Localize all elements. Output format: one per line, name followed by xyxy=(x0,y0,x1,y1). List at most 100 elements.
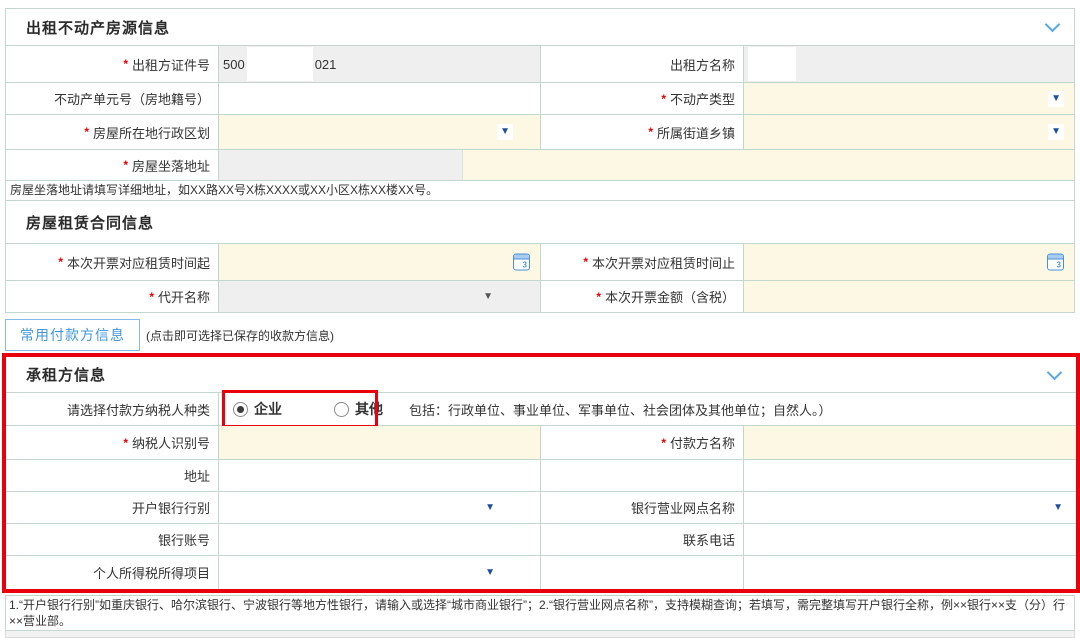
lease-start-label: *本次开票对应租赁时间起 xyxy=(6,244,218,280)
property-type-select[interactable]: ▼ xyxy=(743,83,1074,114)
section-header-contract: 房屋租赁合同信息 xyxy=(6,201,1074,244)
address-label: *房屋坐落地址 xyxy=(6,150,218,180)
radio-enterprise[interactable]: 企业 xyxy=(233,399,282,419)
lessor-name-label: 出租方名称 xyxy=(540,46,743,82)
unit-no-label: 不动产单元号（房地籍号） xyxy=(6,83,218,114)
required-asterisk: * xyxy=(123,436,128,450)
bank-type-select[interactable]: ▼ xyxy=(218,492,540,523)
lessor-cert-prefix: 500 xyxy=(223,57,245,72)
radio-selected-icon[interactable] xyxy=(233,402,248,417)
lessor-cert-suffix: 021 xyxy=(315,57,337,72)
partial-next-row xyxy=(5,631,1075,638)
row-lessor: *出租方证件号 500 021 出租方名称 xyxy=(6,46,1074,83)
district-select[interactable]: ▼ xyxy=(218,115,540,149)
taxpayer-type-label: 请选择付款方纳税人种类 xyxy=(6,393,218,425)
payer-name-input[interactable] xyxy=(743,426,1076,459)
section-header-lessee: 承租方信息 xyxy=(6,357,1076,393)
address2-input[interactable] xyxy=(218,460,540,491)
bank-type-label: 开户银行行别 xyxy=(6,492,218,523)
taxpayer-type-options: 企业 其他 包括：行政单位、事业单位、军事单位、社会团体及其他单位；自然人。） xyxy=(218,393,1076,425)
bank-account-label: 银行账号 xyxy=(6,524,218,555)
required-asterisk: * xyxy=(58,255,63,269)
row-taxpayer-id: *纳税人识别号 *付款方名称 xyxy=(6,426,1076,460)
lease-end-input[interactable]: 3 xyxy=(743,244,1074,280)
taxpayer-type-note: 包括：行政单位、事业单位、军事单位、社会团体及其他单位；自然人。） xyxy=(409,400,832,419)
district-label: *房屋所在地行政区划 xyxy=(6,115,218,149)
property-info-table: 出租不动产房源信息 *出租方证件号 500 021 出租方名称 不动产单元号（房… xyxy=(5,8,1075,313)
phone-input[interactable] xyxy=(743,524,1076,555)
taxpayer-id-label: *纳税人识别号 xyxy=(6,426,218,459)
radio-enterprise-label: 企业 xyxy=(254,399,282,419)
income-item-label: 个人所得税所得项目 xyxy=(6,556,218,589)
dropdown-arrow-icon[interactable]: ▼ xyxy=(1050,500,1066,516)
dropdown-arrow-icon[interactable]: ▼ xyxy=(482,565,498,581)
bank-branch-label: 银行营业网点名称 xyxy=(540,492,743,523)
empty-label-cell xyxy=(540,556,743,589)
row-income-item: 个人所得税所得项目 ▼ xyxy=(6,556,1076,589)
amount-input[interactable] xyxy=(743,281,1074,312)
dropdown-arrow-icon: ▼ xyxy=(480,289,496,305)
row-account-phone: 银行账号 联系电话 xyxy=(6,524,1076,556)
empty-label-cell xyxy=(540,460,743,491)
radio-other[interactable]: 其他 xyxy=(334,399,383,419)
collapse-chevron-icon[interactable] xyxy=(1047,364,1063,380)
redaction-mask xyxy=(748,47,796,81)
address-hint: 房屋坐落地址请填写详细地址，如XX路XX号X栋XXXX或XX小区X栋XX楼XX号… xyxy=(6,181,1074,201)
required-asterisk: * xyxy=(123,158,128,172)
lessee-highlight-box: 承租方信息 请选择付款方纳税人种类 企业 其他 包括：行政单位、事业单位、军事单… xyxy=(2,353,1080,593)
saved-payer-tab[interactable]: 常用付款方信息 xyxy=(5,319,140,351)
section-title-property: 出租不动产房源信息 xyxy=(26,17,170,38)
bank-branch-select[interactable]: ▼ xyxy=(743,492,1076,523)
required-asterisk: * xyxy=(648,125,653,139)
section-title-lessee: 承租方信息 xyxy=(26,364,106,385)
saved-payer-row: 常用付款方信息 (点击即可选择已保存的收款方信息) xyxy=(5,319,1075,351)
lessor-cert-label: *出租方证件号 xyxy=(6,46,218,82)
dropdown-arrow-icon[interactable]: ▼ xyxy=(1048,124,1064,140)
lease-start-input[interactable]: 3 xyxy=(218,244,540,280)
issue-name-label: *代开名称 xyxy=(6,281,218,312)
row-unit-type: 不动产单元号（房地籍号） *不动产类型 ▼ xyxy=(6,83,1074,115)
row-address: *房屋坐落地址 xyxy=(6,150,1074,181)
bank-account-input[interactable] xyxy=(218,524,540,555)
required-asterisk: * xyxy=(596,290,601,304)
empty-field-cell xyxy=(743,556,1076,589)
street-select[interactable]: ▼ xyxy=(743,115,1074,149)
required-asterisk: * xyxy=(661,92,666,106)
dropdown-arrow-icon[interactable]: ▼ xyxy=(482,500,498,516)
required-asterisk: * xyxy=(149,290,154,304)
required-asterisk: * xyxy=(661,436,666,450)
lease-end-label: *本次开票对应租赁时间止 xyxy=(540,244,743,280)
payer-name-label: *付款方名称 xyxy=(540,426,743,459)
address-input[interactable] xyxy=(463,150,1074,180)
issue-name-select: ▼ xyxy=(218,281,540,312)
street-label: *所属街道乡镇 xyxy=(540,115,743,149)
bank-footnote: 1.“开户银行行别”如重庆银行、哈尔滨银行、宁波银行等地方性银行，请输入或选择“… xyxy=(5,595,1075,631)
row-issue-amount: *代开名称 ▼ *本次开票金额（含税） xyxy=(6,281,1074,312)
address-prefix-field xyxy=(218,150,463,180)
dropdown-arrow-icon[interactable]: ▼ xyxy=(497,124,513,140)
collapse-chevron-icon[interactable] xyxy=(1045,17,1061,33)
section-header-property: 出租不动产房源信息 xyxy=(6,9,1074,46)
radio-other-label: 其他 xyxy=(355,399,383,419)
form-page: 出租不动产房源信息 *出租方证件号 500 021 出租方名称 不动产单元号（房… xyxy=(5,8,1075,638)
required-asterisk: * xyxy=(84,125,89,139)
calendar-icon[interactable]: 3 xyxy=(513,254,530,271)
redaction-mask xyxy=(247,47,313,81)
unit-no-input[interactable] xyxy=(218,83,540,114)
property-type-label: *不动产类型 xyxy=(540,83,743,114)
row-bank: 开户银行行别 ▼ 银行营业网点名称 ▼ xyxy=(6,492,1076,524)
row-address2: 地址 xyxy=(6,460,1076,492)
saved-payer-note: (点击即可选择已保存的收款方信息) xyxy=(146,327,334,344)
amount-label: *本次开票金额（含税） xyxy=(540,281,743,312)
empty-field-cell xyxy=(743,460,1076,491)
radio-unselected-icon[interactable] xyxy=(334,402,349,417)
taxpayer-id-input[interactable] xyxy=(218,426,540,459)
required-asterisk: * xyxy=(123,57,128,71)
address2-label: 地址 xyxy=(6,460,218,491)
dropdown-arrow-icon[interactable]: ▼ xyxy=(1048,91,1064,107)
section-title-contract: 房屋租赁合同信息 xyxy=(26,212,154,233)
calendar-icon[interactable]: 3 xyxy=(1047,254,1064,271)
phone-label: 联系电话 xyxy=(540,524,743,555)
income-item-select[interactable]: ▼ xyxy=(218,556,540,589)
row-taxpayer-type: 请选择付款方纳税人种类 企业 其他 包括：行政单位、事业单位、军事单位、社会团体… xyxy=(6,393,1076,426)
